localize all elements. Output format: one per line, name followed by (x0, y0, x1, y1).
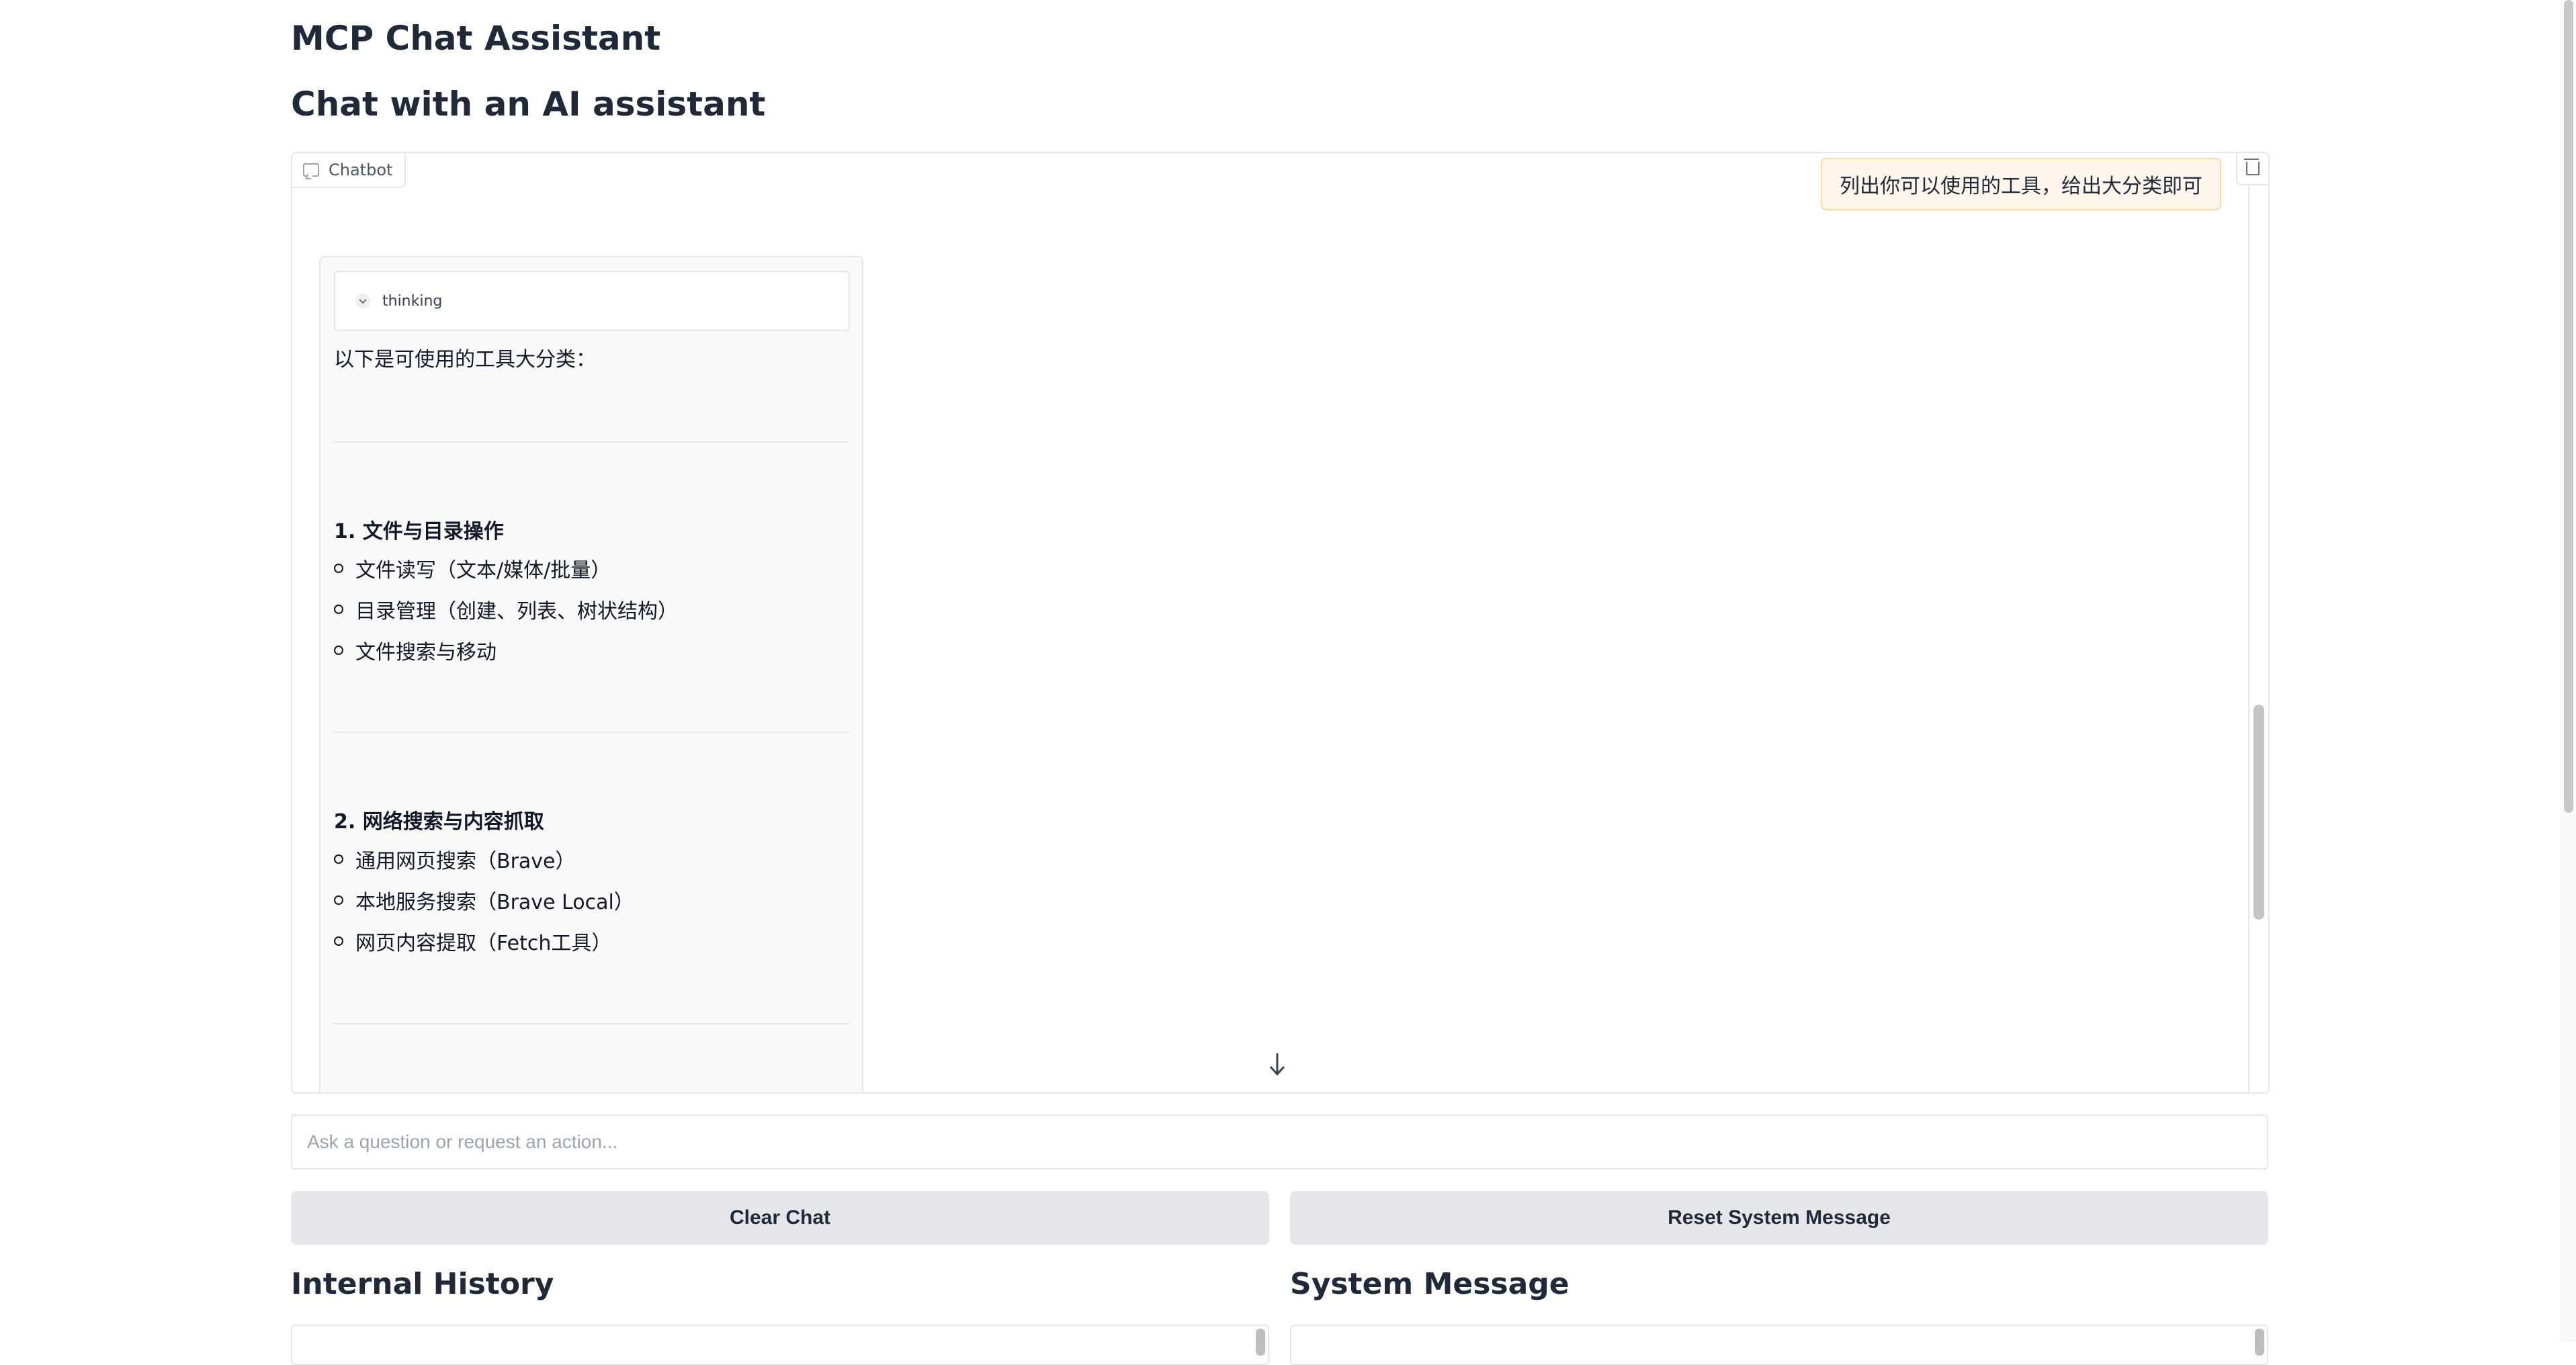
system-message-label: System Message (1290, 1267, 1570, 1301)
page-subtitle: Chat with an AI assistant (291, 85, 766, 124)
system-message-scrollbar[interactable] (2255, 1329, 2264, 1356)
list-item: 网页内容提取（Fetch工具） (333, 926, 611, 956)
thinking-toggle[interactable]: thinking (334, 271, 850, 331)
list-item: 通用网页搜索（Brave） (334, 844, 576, 874)
user-message: 列出你可以使用的工具，给出大分类即可 (1821, 158, 2221, 210)
chat-scrollbar-thumb[interactable] (2253, 705, 2264, 920)
chat-icon (303, 163, 319, 177)
page-title: MCP Chat Assistant (291, 19, 661, 58)
trash-icon (2244, 159, 2260, 175)
reset-system-message-button[interactable]: Reset System Message (1290, 1191, 2268, 1245)
list-item: 目录管理（创建、列表、树状结构） (334, 595, 678, 624)
divider (334, 441, 850, 443)
clear-chatbot-button[interactable] (2236, 153, 2268, 185)
system-message-panel[interactable] (1290, 1325, 2268, 1365)
divider (334, 732, 850, 733)
user-message-text: 列出你可以使用的工具，给出大分类即可 (1840, 175, 2202, 198)
list-item: 本地服务搜索（Brave Local） (334, 885, 634, 915)
chat-scrollbar[interactable] (2248, 184, 2268, 1092)
section-title: 2. 网络搜索与内容抓取 (334, 810, 544, 834)
clear-chat-button[interactable]: Clear Chat (291, 1191, 1269, 1245)
internal-history-label: Internal History (291, 1267, 554, 1301)
section-title: 1. 文件与目录操作 (334, 520, 504, 543)
chat-input[interactable] (291, 1114, 2268, 1170)
assistant-message: thinking 以下是可使用的工具大分类： 1. 文件与目录操作 文件读写（文… (319, 256, 863, 1092)
page-scrollbar[interactable] (2560, 0, 2576, 1342)
list-item: 文件读写（文本/媒体/批量） (333, 554, 611, 583)
internal-history-panel[interactable] (291, 1325, 1269, 1365)
page-scrollbar-thumb[interactable] (2564, 0, 2573, 813)
arrow-down-icon[interactable] (1267, 1051, 1287, 1077)
chatbot-panel: Chatbot 列出你可以使用的工具，给出大分类即可 thinking 以下是可… (291, 152, 2270, 1094)
chevron-down-icon (355, 294, 370, 308)
list-item: 文件搜索与移动 (334, 635, 497, 665)
thinking-label: thinking (382, 292, 443, 310)
divider (334, 1023, 850, 1024)
chatbot-label-text: Chatbot (329, 161, 393, 179)
internal-history-scrollbar[interactable] (1256, 1329, 1265, 1356)
chatbot-label-tag: Chatbot (292, 153, 406, 188)
assistant-intro: 以下是可使用的工具大分类： (334, 348, 596, 371)
